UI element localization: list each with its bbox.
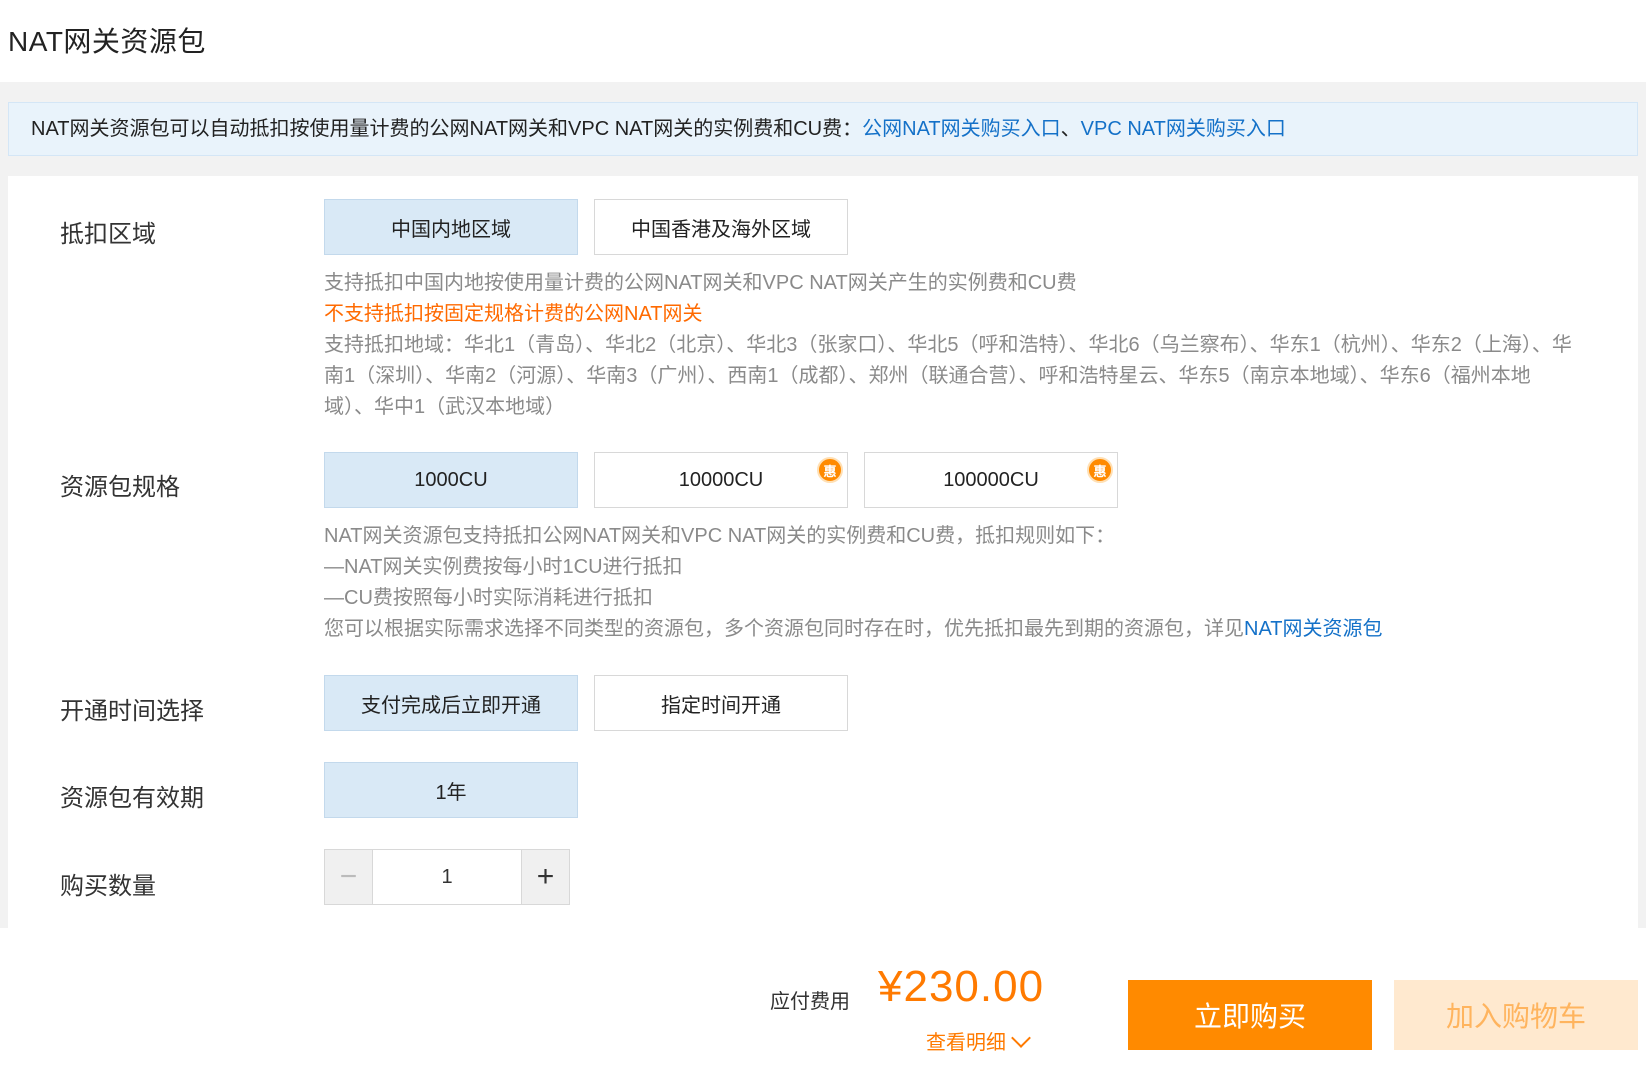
buy-now-button[interactable]: 立即购买 [1128,980,1372,1050]
spec-option-1000cu[interactable]: 1000CU [324,452,578,508]
fee-amount: ¥230.00 [878,962,1045,1011]
spec-option-label: 100000CU [943,468,1039,491]
chevron-down-icon [1011,1027,1031,1048]
spec-desc-line: NAT网关资源包支持抵扣公网NAT网关和VPC NAT网关的实例费和CU费，抵扣… [324,525,1116,547]
spec-option-label: 1000CU [414,468,488,491]
activation-option-immediate[interactable]: 支付完成后立即开通 [324,675,578,731]
notice-separator: 、 [1060,118,1081,140]
notice-bar: NAT网关资源包可以自动抵扣按使用量计费的公网NAT网关和VPC NAT网关的实… [8,102,1638,156]
right-gutter [1638,176,1646,928]
vpc-nat-buy-link[interactable]: VPC NAT网关购买入口 [1081,118,1286,140]
page-header: NAT网关资源包 [0,0,1646,82]
region-desc-line: 支持抵扣中国内地按使用量计费的公网NAT网关和VPC NAT网关产生的实例费和C… [324,272,1077,294]
region-option-mainland[interactable]: 中国内地区域 [324,199,578,255]
add-to-cart-button[interactable]: 加入购物车 [1394,980,1638,1050]
spec-option-label: 10000CU [678,468,764,491]
view-detail-link[interactable]: 查看明细 [926,1026,1031,1055]
quantity-input[interactable] [373,850,521,904]
region-option-overseas[interactable]: 中国香港及海外区域 [594,199,848,255]
spec-description: NAT网关资源包支持抵扣公网NAT网关和VPC NAT网关的实例费和CU费，抵扣… [324,521,1574,645]
quantity-decrease-button[interactable]: − [325,850,373,904]
spec-option-100000cu[interactable]: 100000CU 惠 [864,452,1118,508]
activation-option-scheduled[interactable]: 指定时间开通 [594,675,848,731]
spec-option-10000cu[interactable]: 10000CU 惠 [594,452,848,508]
region-desc-warning: 不支持抵扣按固定规格计费的公网NAT网关 [324,303,703,325]
region-desc-supported: 支持抵扣地域：华北1（青岛）、华北2（北京）、华北3（张家口）、华北5（呼和浩特… [324,334,1572,418]
spec-label: 资源包规格 [60,474,180,501]
spec-desc-line: —CU费按照每小时实际消耗进行抵扣 [324,587,653,609]
validity-option-1year[interactable]: 1年 [324,762,578,818]
spec-desc-line: —NAT网关实例费按每小时1CU进行抵扣 [324,556,683,578]
spec-desc-line: 您可以根据实际需求选择不同类型的资源包，多个资源包同时存在时，优先抵扣最先到期的… [324,614,1574,645]
region-description: 支持抵扣中国内地按使用量计费的公网NAT网关和VPC NAT网关产生的实例费和C… [324,268,1574,423]
region-label: 抵扣区域 [60,221,156,248]
discount-badge-icon: 惠 [1087,457,1113,483]
quantity-label: 购买数量 [60,873,156,900]
left-gutter [0,176,8,928]
notice-text: NAT网关资源包可以自动抵扣按使用量计费的公网NAT网关和VPC NAT网关的实… [31,118,863,140]
purchase-form: 抵扣区域 中国内地区域 中国香港及海外区域 支持抵扣中国内地按使用量计费的公网N… [8,176,1638,928]
spec-desc-text: 您可以根据实际需求选择不同类型的资源包，多个资源包同时存在时，优先抵扣最先到期的… [324,618,1244,640]
page-title: NAT网关资源包 [8,26,206,57]
checkout-bar: 应付费用 ¥230.00 查看明细 立即购买 加入购物车 [0,928,1646,1083]
discount-badge-icon: 惠 [817,457,843,483]
activation-label: 开通时间选择 [60,698,204,725]
nat-resource-pack-link[interactable]: NAT网关资源包 [1244,618,1383,640]
quantity-stepper: − + [324,849,570,905]
view-detail-label: 查看明细 [926,1032,1006,1054]
fee-label: 应付费用 [770,991,850,1013]
public-nat-buy-link[interactable]: 公网NAT网关购买入口 [862,118,1061,140]
quantity-increase-button[interactable]: + [521,850,569,904]
validity-label: 资源包有效期 [60,785,204,812]
